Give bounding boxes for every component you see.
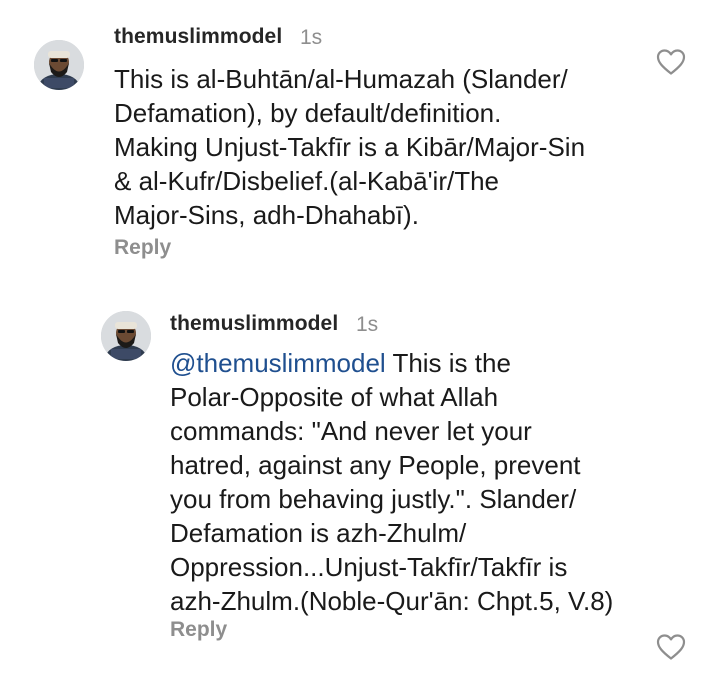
comment-line: Polar-Opposite of what Allah — [170, 382, 499, 412]
comment-text: This is al-Buhtān/al-Humazah (Slander/ D… — [114, 62, 644, 232]
avatar[interactable] — [101, 311, 151, 361]
comment-line: commands: "And never let your — [170, 416, 532, 446]
avatar[interactable] — [34, 40, 84, 90]
comment-line: Oppression...Unjust-Takfīr/Takfīr is — [170, 552, 568, 582]
timestamp: 1s — [300, 26, 323, 49]
reply-button[interactable]: Reply — [114, 236, 171, 260]
comment-line: Major-Sins, adh-Dhahabī). — [114, 200, 419, 230]
like-button[interactable] — [656, 633, 686, 661]
username[interactable]: themuslimmodel — [170, 312, 338, 336]
comment-text: @themuslimmodel This is the Polar-Opposi… — [170, 346, 640, 618]
like-button[interactable] — [656, 48, 686, 76]
comment-line: This is al-Buhtān/al-Humazah (Slander/ — [114, 64, 568, 94]
comment-line: Defamation), by default/definition. — [114, 98, 502, 128]
heart-outline-icon — [656, 634, 686, 660]
timestamp: 1s — [356, 313, 379, 336]
comment-line: azh-Zhulm.(Noble-Qur'ān: Chpt.5, V.8) — [170, 586, 614, 616]
avatar-image — [101, 311, 151, 361]
comment-line: you from behaving justly.". Slander/ — [170, 484, 577, 514]
comment-line: hatred, against any People, prevent — [170, 450, 581, 480]
avatar-image — [34, 40, 84, 90]
reply-button[interactable]: Reply — [170, 618, 227, 642]
comment-line: @themuslimmodel This is the — [170, 346, 640, 380]
comment-line: Defamation is azh-Zhulm/ — [170, 518, 467, 548]
heart-outline-icon — [656, 49, 686, 75]
mention-link[interactable]: @themuslimmodel — [170, 348, 386, 378]
username[interactable]: themuslimmodel — [114, 25, 282, 49]
comment-line: Making Unjust-Takfīr is a Kibār/Major-Si… — [114, 132, 586, 162]
comment-line: & al-Kufr/Disbelief.(al-Kabā'ir/The — [114, 166, 499, 196]
comment-line-rest: This is the — [385, 348, 511, 378]
